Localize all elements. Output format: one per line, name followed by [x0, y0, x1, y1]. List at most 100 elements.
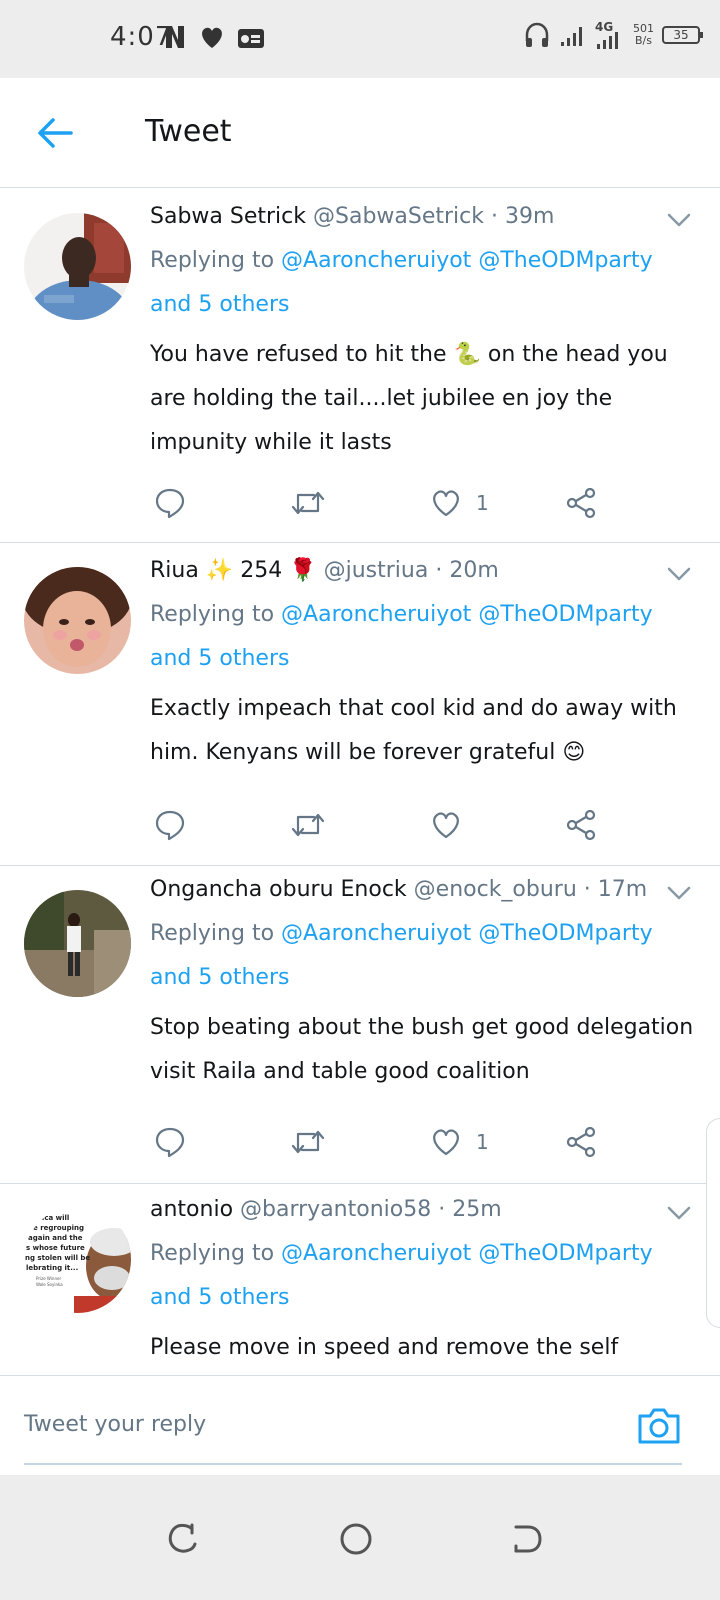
chevron-down-icon[interactable]	[666, 880, 692, 906]
chevron-down-icon[interactable]	[666, 207, 692, 233]
share-button[interactable]	[566, 487, 598, 519]
share-icon	[566, 809, 596, 841]
mention-link[interactable]: @TheODMparty	[478, 921, 652, 946]
reply-feed[interactable]: Sabwa Setrick @SabwaSetrick · 39m Replyi…	[0, 189, 720, 1375]
share-button[interactable]	[566, 809, 598, 841]
smile-emoji: 😊	[562, 740, 586, 765]
mention-link[interactable]: @TheODMparty	[478, 1241, 652, 1266]
mobile-data-indicator: 4G	[595, 20, 625, 50]
display-name-emojis: ✨ 254 🌹	[205, 558, 317, 583]
others-link[interactable]: and 5 others	[150, 292, 289, 317]
tweet-item[interactable]: Africa will be regrouping again and the …	[0, 1184, 720, 1375]
tweet-item[interactable]: Sabwa Setrick @SabwaSetrick · 39m Replyi…	[0, 189, 720, 543]
retweet-icon	[291, 1130, 325, 1154]
like-button[interactable]: 1	[430, 488, 489, 518]
divider	[24, 1463, 682, 1465]
app-header: Tweet	[0, 78, 720, 188]
avatar-text-line: Wole Soyinka	[36, 1282, 63, 1287]
arrow-left-icon	[38, 118, 73, 148]
back-button[interactable]	[30, 108, 80, 158]
display-name[interactable]: Riua	[150, 558, 199, 583]
mention-link[interactable]: @TheODMparty	[478, 602, 652, 627]
reply-composer: Tweet your reply	[0, 1375, 720, 1475]
mention-link[interactable]: @Aaroncheruiyot	[281, 921, 471, 946]
share-icon	[566, 1126, 596, 1158]
like-button[interactable]	[430, 810, 476, 840]
share-icon	[566, 487, 596, 519]
avatar-text-line: be regrouping	[28, 1224, 84, 1232]
recent-apps-icon[interactable]	[162, 1519, 202, 1559]
scroll-indicator[interactable]	[706, 1118, 720, 1328]
avatar[interactable]	[24, 567, 131, 674]
tweet-text: Stop beating about the bush get good del…	[150, 1015, 694, 1084]
netflix-icon	[166, 26, 184, 48]
reply-button[interactable]	[154, 809, 186, 841]
retweet-button[interactable]	[290, 487, 326, 519]
tweet-header: Ongancha oburu Enock @enock_oburu · 17m	[150, 877, 648, 902]
tweet-time: 25m	[452, 1197, 502, 1222]
avatar[interactable]	[24, 213, 131, 320]
comment-icon	[155, 810, 185, 841]
like-count: 1	[476, 1130, 489, 1154]
replying-to: Replying to @Aaroncheruiyot @TheODMparty…	[150, 248, 653, 317]
mention-link[interactable]: @Aaroncheruiyot	[281, 248, 471, 273]
avatar-text-line: lebrating it...	[26, 1264, 78, 1272]
others-link[interactable]: and 5 others	[150, 646, 289, 671]
others-link[interactable]: and 5 others	[150, 1285, 289, 1310]
share-button[interactable]	[566, 1126, 598, 1158]
headphones-icon	[525, 22, 549, 47]
mention-link[interactable]: @TheODMparty	[478, 248, 652, 273]
tweet-time: 20m	[449, 558, 499, 583]
camera-icon[interactable]	[636, 1406, 682, 1446]
others-link[interactable]: and 5 others	[150, 965, 289, 990]
user-handle[interactable]: @justriua	[324, 558, 429, 583]
heart-icon	[433, 812, 459, 839]
heart-icon	[433, 1129, 459, 1156]
net-speed: 501 B/s	[633, 22, 654, 47]
like-count: 1	[476, 491, 489, 515]
avatar-text-line: ng stolen will be	[25, 1254, 90, 1262]
battery-icon: 35	[662, 26, 703, 44]
display-name[interactable]: Ongancha oburu Enock	[150, 877, 407, 902]
tweet-text: Please move in speed and remove the self	[150, 1335, 619, 1360]
chevron-down-icon[interactable]	[666, 1200, 692, 1226]
display-name[interactable]: Sabwa Setrick	[150, 204, 306, 229]
retweet-button[interactable]	[290, 1126, 326, 1158]
tweet-item[interactable]: Riua ✨ 254 🌹 @justriua · 20m Replying to…	[0, 543, 720, 866]
reply-button[interactable]	[154, 487, 186, 519]
user-handle[interactable]: @enock_oburu	[414, 877, 577, 902]
tweet-time: 17m	[597, 877, 648, 902]
comment-icon	[155, 1127, 185, 1158]
mention-link[interactable]: @Aaroncheruiyot	[281, 602, 471, 627]
reply-input[interactable]: Tweet your reply	[24, 1398, 604, 1452]
tweet-header: antonio @barryantonio58 · 25m	[150, 1197, 502, 1222]
home-icon[interactable]	[336, 1519, 376, 1559]
radio-icon	[238, 29, 264, 48]
tweet-header: Sabwa Setrick @SabwaSetrick · 39m	[150, 204, 555, 229]
retweet-button[interactable]	[290, 809, 326, 841]
comment-icon	[155, 488, 185, 519]
display-name[interactable]: antonio	[150, 1197, 233, 1222]
status-bar: 4:07 4G 501 B/s 35	[0, 0, 720, 78]
signal-icon	[561, 27, 582, 46]
tweet-text: Exactly impeach that cool kid and do awa…	[150, 696, 677, 765]
avatar-text-line: Prize Winner	[36, 1276, 61, 1281]
user-handle[interactable]: @SabwaSetrick	[313, 204, 484, 229]
avatar-text-line: again and the	[28, 1234, 83, 1242]
avatar[interactable]	[24, 890, 131, 997]
like-button[interactable]: 1	[430, 1127, 489, 1157]
heart-icon	[433, 490, 459, 517]
user-handle[interactable]: @barryantonio58	[240, 1197, 431, 1222]
avatar[interactable]: Africa will be regrouping again and the …	[24, 1206, 131, 1313]
tweet-header: Riua ✨ 254 🌹 @justriua · 20m	[150, 558, 499, 583]
reply-button[interactable]	[154, 1126, 186, 1158]
back-nav-icon[interactable]	[508, 1519, 548, 1559]
chevron-down-icon[interactable]	[666, 561, 692, 587]
tweet-actions: 1	[150, 483, 610, 523]
mention-link[interactable]: @Aaroncheruiyot	[281, 1241, 471, 1266]
tweet-time: 39m	[505, 204, 555, 229]
heart-icon	[202, 27, 222, 48]
retweet-icon	[291, 813, 325, 837]
tweet-item[interactable]: Ongancha oburu Enock @enock_oburu · 17m …	[0, 866, 720, 1184]
page-title: Tweet	[145, 114, 232, 149]
